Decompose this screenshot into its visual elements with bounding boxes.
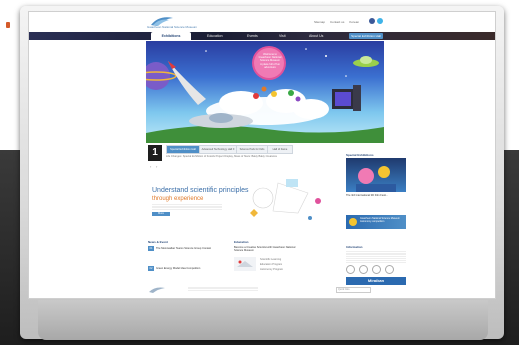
miraikan-button[interactable]: Miraikan: [346, 277, 406, 285]
exhibition-artwork: [356, 166, 396, 192]
hero-banner[interactable]: Welcome to Gwacheon National Science Mus…: [146, 41, 384, 143]
tab-advanced-technology[interactable]: Advanced Technology Hall II: [199, 145, 237, 154]
astronomy-icon: [349, 218, 357, 226]
special-exhibitions-title: Special Exhibitions: [346, 153, 374, 157]
main-nav: Exhibitions Education Events Visit About…: [29, 32, 495, 40]
site-header: Gwacheon National Science Museum Sitemap…: [29, 12, 495, 30]
headline-title: Understand scientific principles: [152, 187, 249, 194]
news-events-title: News & Event: [148, 240, 168, 244]
facebook-icon[interactable]: [369, 18, 375, 24]
education-title: Education: [234, 240, 249, 244]
education-link[interactable]: Education Program: [260, 263, 282, 266]
prev-arrow-icon[interactable]: ‹: [150, 164, 151, 169]
hero-bubble-line2: Gwacheon National Science Museum: [258, 56, 282, 63]
website-screen: Gwacheon National Science Museum Sitemap…: [28, 11, 496, 299]
footer-logo-icon: [149, 287, 165, 293]
nav-item-about[interactable]: About Us: [309, 34, 323, 38]
quick-links-select[interactable]: Quick links: [336, 287, 371, 293]
map-icon: [372, 265, 381, 274]
logo-text: Gwacheon National Science Museum: [147, 25, 198, 29]
headline-description: [152, 204, 222, 210]
nav-item-education[interactable]: Education: [207, 34, 223, 38]
education-image: [237, 260, 253, 267]
nav-item-events[interactable]: Events: [247, 34, 258, 38]
contact-link[interactable]: Contact us: [330, 20, 344, 24]
nav-item-visit[interactable]: Visit: [279, 34, 286, 38]
news-date-badge: 02: [148, 266, 154, 271]
headline-subtitle: through experience: [152, 196, 204, 202]
miraikan-label: Miraikan: [367, 278, 385, 283]
special-exhibition-image[interactable]: [346, 158, 406, 192]
news-item-title[interactable]: Green Energy Model Idea Competition: [156, 267, 200, 270]
tab-science-park[interactable]: Science Park for Kids: [236, 145, 268, 154]
nav-item-exhibitions[interactable]: Exhibitions: [151, 32, 191, 40]
footer-address: [188, 287, 258, 292]
hero-bubble: Welcome to Gwacheon National Science Mus…: [256, 53, 284, 69]
special-exhibition-button[interactable]: Special Exhibition Hall: [349, 33, 383, 39]
sitemap-link[interactable]: Sitemap: [314, 20, 325, 24]
education-heading: Become a Creative Scientist with Gwacheo…: [234, 246, 296, 252]
ticket-icon: [359, 265, 368, 274]
next-arrow-icon[interactable]: ›: [156, 164, 157, 169]
information-text: [346, 251, 406, 263]
monitor-bezel-bottom: [38, 300, 488, 340]
news-date-badge: 01: [148, 246, 154, 251]
more-label: More: [158, 212, 164, 215]
accent-mark: [6, 22, 10, 28]
top-links: Sitemap Contact us Korean: [314, 20, 359, 24]
education-link[interactable]: Scientific Learning: [260, 258, 281, 261]
exhibition-caption[interactable]: The 3rd International 3D Film Festi...: [346, 194, 388, 197]
news-item-title[interactable]: The Moonwalker Teams Science Group Conte…: [156, 247, 211, 250]
slide-number: 1: [148, 145, 162, 161]
clock-icon: [346, 265, 355, 274]
phone-icon: [385, 265, 394, 274]
tab-special-exhibition[interactable]: Special Exhibition Hall: [166, 145, 200, 154]
more-button[interactable]: More: [152, 212, 170, 216]
special-exhibition-label: Special Exhibition Hall: [351, 34, 381, 38]
twitter-icon[interactable]: [377, 18, 383, 24]
education-link[interactable]: Astronomy Program: [260, 268, 283, 271]
astronomy-banner[interactable]: Gwacheon National Science Museum Astrono…: [346, 215, 406, 229]
nav-item-label: Exhibitions: [161, 33, 181, 38]
hero-bubble-line3: A place full of fun adventure: [260, 62, 280, 69]
info-icons: [346, 265, 406, 274]
sketch-illustration: [250, 179, 321, 220]
tab-hall-of-fame[interactable]: Hall of Fame: [267, 145, 293, 154]
tab-caption: Life Changes: Special Exhibition of Foss…: [166, 155, 277, 158]
information-title: Information: [346, 245, 363, 249]
education-thumbnail[interactable]: [234, 257, 256, 271]
language-link[interactable]: Korean: [349, 20, 359, 24]
